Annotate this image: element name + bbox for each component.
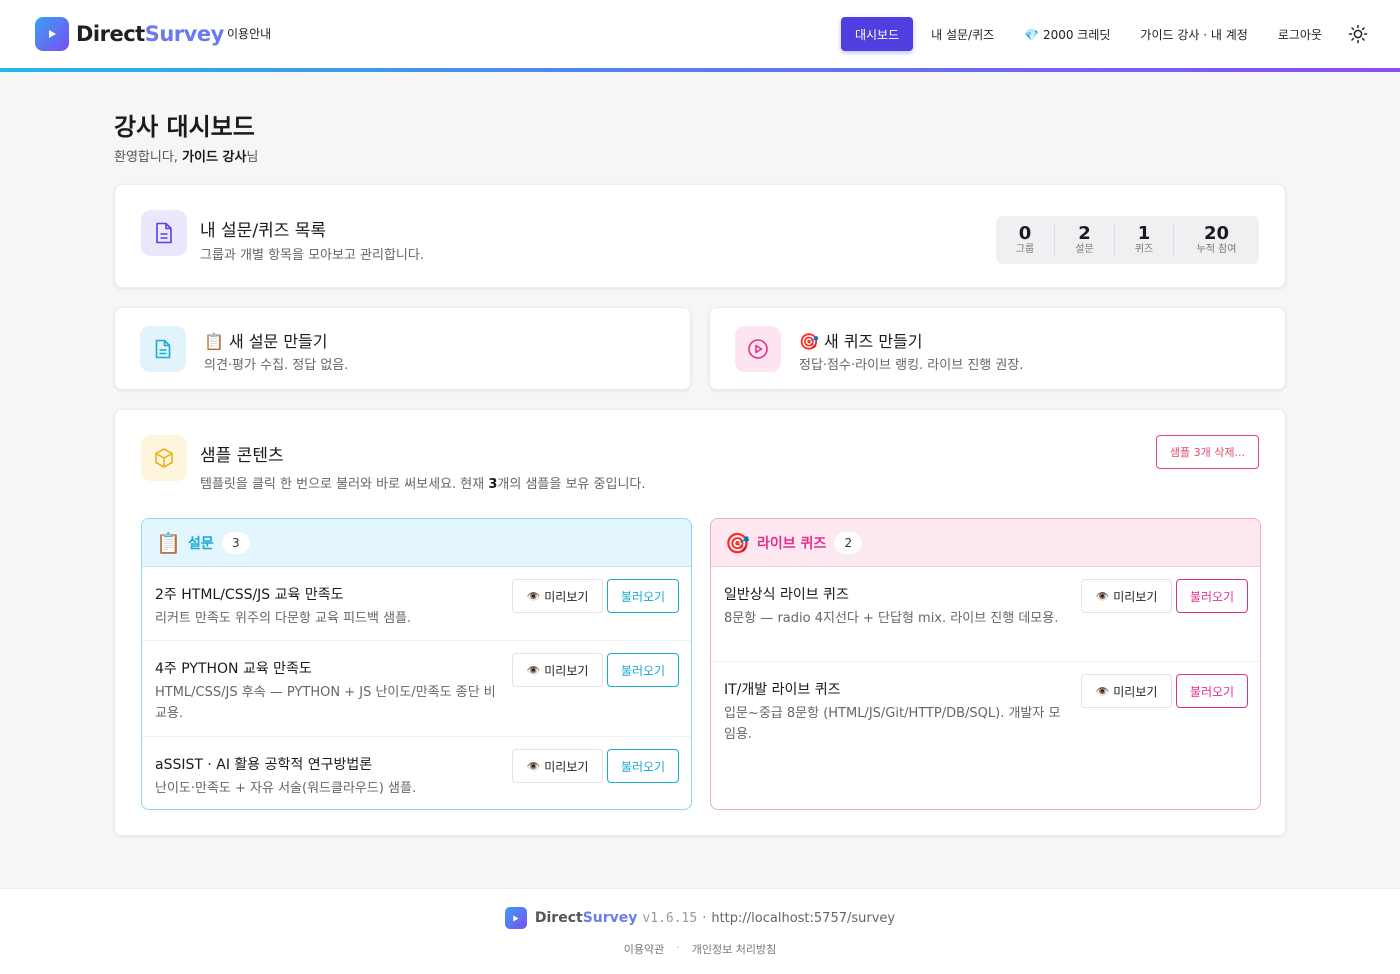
- panel-header: 📋 설문 3: [142, 519, 691, 567]
- user-name: 가이드 강사: [182, 150, 247, 165]
- stat-surveys: 2 설문: [1055, 223, 1115, 257]
- load-button[interactable]: 불러오기: [607, 653, 679, 687]
- load-button[interactable]: 불러오기: [1176, 674, 1248, 708]
- sample-content-card: 샘플 콘텐츠 템플릿을 클릭 한 번으로 불러와 바로 써보세요. 현재 3개의…: [114, 409, 1286, 836]
- overview-card[interactable]: 내 설문/퀴즈 목록 그룹과 개별 항목을 모아보고 관리합니다. 0 그룹 2설…: [114, 184, 1286, 288]
- page-title: 강사 대시보드: [114, 113, 255, 141]
- eye-icon: 👁️: [526, 759, 541, 773]
- main-nav: 대시보드 내 설문/퀴즈 💎 2000 크레딧 가이드 강사 · 내 계정 로그…: [840, 17, 1400, 51]
- item-title: 2주 HTML/CSS/JS 교육 만족도: [155, 587, 344, 603]
- eye-icon: 👁️: [1095, 589, 1110, 603]
- document-icon: [141, 210, 187, 256]
- preview-button[interactable]: 👁️ 미리보기: [1081, 579, 1172, 613]
- load-button[interactable]: 불러오기: [1176, 579, 1248, 613]
- create-quiz-card[interactable]: 🎯 새 퀴즈 만들기 정답·점수·라이브 랭킹. 라이브 진행 권장.: [709, 307, 1286, 390]
- panel-title: 설문: [188, 535, 214, 552]
- create-survey-title: 📋 새 설문 만들기: [204, 332, 328, 351]
- list-item: 일반상식 라이브 퀴즈 8문항 — radio 4지선다 + 단답형 mix. …: [711, 567, 1260, 662]
- item-title: IT/개발 라이브 퀴즈: [724, 682, 841, 698]
- item-title: aSSIST · AI 활용 공학적 연구방법론: [155, 757, 373, 773]
- panel-title: 라이브 퀴즈: [757, 535, 827, 552]
- create-quiz-subtitle: 정답·점수·라이브 랭킹. 라이브 진행 권장.: [799, 358, 1024, 373]
- nav-account[interactable]: 가이드 강사 · 내 계정: [1125, 17, 1262, 51]
- create-survey-subtitle: 의견·평가 수집. 정답 없음.: [204, 358, 349, 373]
- footer-url: http://localhost:5757/survey: [711, 910, 896, 926]
- footer: DirectSurvey v1.6.15 · http://localhost:…: [0, 888, 1400, 974]
- item-desc: HTML/CSS/JS 후속 — PYTHON + JS 난이도/만족도 종단 …: [155, 685, 496, 721]
- nav-dashboard[interactable]: 대시보드: [840, 17, 914, 51]
- count-badge: 3: [221, 531, 250, 554]
- load-button[interactable]: 불러오기: [607, 579, 679, 613]
- overview-title: 내 설문/퀴즈 목록: [200, 221, 327, 241]
- theme-toggle-button[interactable]: [1341, 17, 1375, 51]
- nav-logout[interactable]: 로그아웃: [1263, 17, 1337, 51]
- count-badge: 2: [834, 531, 863, 554]
- box-icon: [141, 435, 187, 481]
- play-icon: [35, 17, 69, 51]
- list-item: aSSIST · AI 활용 공학적 연구방법론 난이도·만족도 + 자유 서술…: [142, 737, 691, 809]
- header-gradient-bar: [0, 68, 1400, 72]
- top-header: DirectSurvey 이용안내 대시보드 내 설문/퀴즈 💎 2000 크레…: [0, 0, 1400, 68]
- create-quiz-title: 🎯 새 퀴즈 만들기: [799, 332, 923, 351]
- item-title: 일반상식 라이브 퀴즈: [724, 587, 849, 603]
- guide-link[interactable]: 이용안내: [227, 25, 271, 42]
- samples-title: 샘플 콘텐츠: [200, 446, 284, 466]
- item-desc: 난이도·만족도 + 자유 서술(워드클라우드) 샘플.: [155, 781, 417, 796]
- welcome-text: 환영합니다, 가이드 강사님: [114, 150, 259, 165]
- stat-quizzes: 1 퀴즈: [1115, 223, 1174, 257]
- document-icon: [140, 326, 186, 372]
- nav-credits[interactable]: 💎 2000 크레딧: [1009, 17, 1125, 51]
- play-circle-icon: [735, 326, 781, 372]
- list-item: 2주 HTML/CSS/JS 교육 만족도 리커트 만족도 위주의 다문항 교육…: [142, 567, 691, 641]
- item-title: 4주 PYTHON 교육 만족도: [155, 661, 312, 677]
- preview-button[interactable]: 👁️ 미리보기: [1081, 674, 1172, 708]
- list-item: 4주 PYTHON 교육 만족도 HTML/CSS/JS 후속 — PYTHON…: [142, 641, 691, 737]
- privacy-link[interactable]: 개인정보 처리방침: [692, 941, 776, 957]
- stat-participation: 20 누적 참여: [1196, 223, 1237, 256]
- item-desc: 입문~중급 8문항 (HTML/JS/Git/HTTP/DB/SQL). 개발자…: [724, 706, 1061, 742]
- target-icon: 🎯: [725, 530, 750, 555]
- load-button[interactable]: 불러오기: [607, 749, 679, 783]
- delete-samples-button[interactable]: 샘플 3개 삭제...: [1155, 435, 1259, 469]
- samples-subtitle: 템플릿을 클릭 한 번으로 불러와 바로 써보세요. 현재 3개의 샘플을 보유…: [200, 477, 646, 492]
- stats-panel: 0 그룹 2 설문 1 퀴즈 20 누적 참여: [996, 216, 1259, 264]
- footer-version: v1.6.15: [642, 910, 698, 926]
- terms-link[interactable]: 이용약관: [624, 941, 664, 957]
- footer-links: 이용약관 · 개인정보 처리방침: [623, 941, 777, 957]
- eye-icon: 👁️: [526, 589, 541, 603]
- preview-button[interactable]: 👁️ 미리보기: [512, 653, 603, 687]
- eye-icon: 👁️: [526, 663, 541, 677]
- sun-icon: [1348, 24, 1368, 44]
- panel-header: 🎯 라이브 퀴즈 2: [711, 519, 1260, 567]
- clipboard-icon: 📋: [156, 530, 181, 555]
- create-survey-card[interactable]: 📋 새 설문 만들기 의견·평가 수집. 정답 없음.: [114, 307, 691, 390]
- stat-groups: 0 그룹: [996, 223, 1055, 257]
- eye-icon: 👁️: [1095, 684, 1110, 698]
- footer-brand: DirectSurvey: [534, 910, 638, 926]
- overview-subtitle: 그룹과 개별 항목을 모아보고 관리합니다.: [200, 248, 424, 263]
- item-desc: 8문항 — radio 4지선다 + 단답형 mix. 라이브 진행 데모용.: [724, 611, 1059, 626]
- preview-button[interactable]: 👁️ 미리보기: [512, 579, 603, 613]
- item-desc: 리커트 만족도 위주의 다문항 교육 피드백 샘플.: [155, 611, 412, 626]
- nav-my-surveys[interactable]: 내 설문/퀴즈: [916, 17, 1009, 51]
- preview-button[interactable]: 👁️ 미리보기: [512, 749, 603, 783]
- play-icon: [504, 907, 527, 929]
- list-item: IT/개발 라이브 퀴즈 입문~중급 8문항 (HTML/JS/Git/HTTP…: [711, 662, 1260, 758]
- survey-samples-panel: 📋 설문 3 2주 HTML/CSS/JS 교육 만족도 리커트 만족도 위주의…: [141, 518, 692, 810]
- logo-text: DirectSurvey: [76, 22, 224, 46]
- quiz-samples-panel: 🎯 라이브 퀴즈 2 일반상식 라이브 퀴즈 8문항 — radio 4지선다 …: [710, 518, 1261, 810]
- footer-brand-line: DirectSurvey v1.6.15 · http://localhost:…: [0, 907, 1400, 929]
- logo[interactable]: DirectSurvey: [35, 17, 224, 51]
